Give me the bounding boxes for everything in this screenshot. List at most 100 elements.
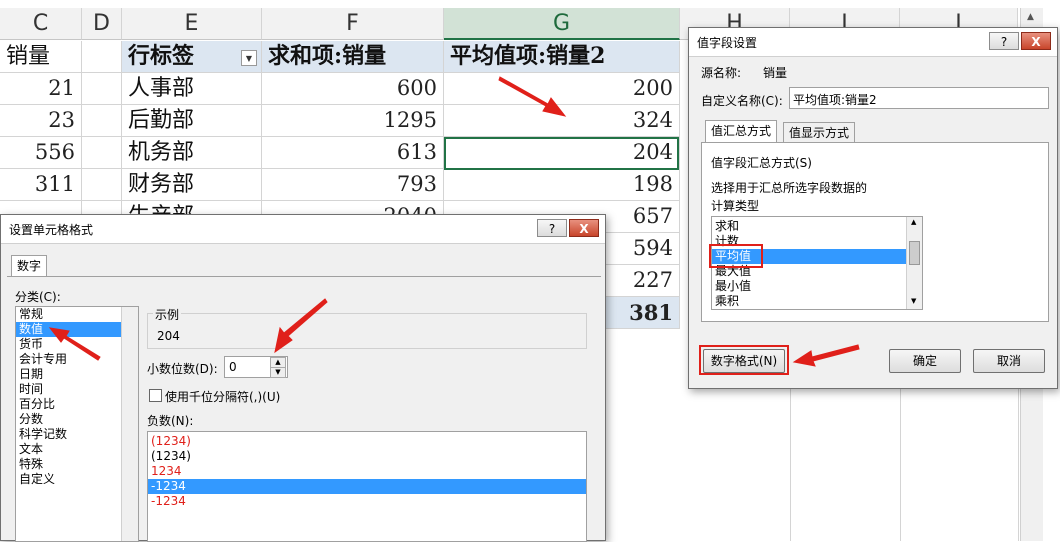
average-header[interactable]: 平均值项:销量2	[444, 41, 680, 72]
list-item[interactable]: 特殊	[16, 457, 138, 472]
cell-g[interactable]: 324	[444, 105, 680, 136]
list-item[interactable]: 货币	[16, 337, 138, 352]
cell-d[interactable]	[82, 137, 122, 168]
description-line-1: 选择用于汇总所选字段数据的	[711, 181, 868, 195]
value-field-settings-dialog: 值字段设置 ? X 源名称: 销量 自定义名称(C): 平均值项:销量2 值汇总…	[688, 27, 1058, 389]
custom-name-value: 平均值项:销量2	[793, 93, 877, 107]
list-item[interactable]: 数值	[16, 322, 138, 337]
ok-button[interactable]: 确定	[889, 349, 961, 373]
decimal-places-value: 0	[229, 360, 237, 374]
list-item[interactable]: 1234	[148, 464, 586, 479]
cell-g[interactable]: 198	[444, 169, 680, 200]
column-header-g[interactable]: G	[444, 8, 680, 40]
spin-down-icon[interactable]: ▼	[270, 367, 286, 378]
thousands-separator-label: 使用千位分隔符(,)(U)	[165, 390, 281, 404]
help-button[interactable]: ?	[989, 32, 1019, 50]
active-cell-selection	[444, 137, 679, 170]
list-item[interactable]: 文本	[16, 442, 138, 457]
decimal-places-label: 小数位数(D):	[147, 362, 218, 376]
cell-d-header[interactable]	[82, 41, 122, 72]
negative-numbers-label: 负数(N):	[147, 414, 194, 428]
cell-c[interactable]: 556	[0, 137, 82, 168]
cell-f[interactable]: 1295	[262, 105, 444, 136]
custom-name-label: 自定义名称(C):	[701, 94, 783, 108]
cell-e[interactable]: 后勤部	[122, 105, 262, 136]
cell-d[interactable]	[82, 105, 122, 136]
list-item[interactable]: (1234)	[148, 434, 586, 449]
tab-show-values-as[interactable]: 值显示方式	[783, 122, 856, 142]
list-item[interactable]: 会计专用	[16, 352, 138, 367]
table-row: 21 人事部 600 200	[0, 73, 680, 105]
table-row: 311 财务部 793 198	[0, 169, 680, 201]
tab-number[interactable]: 数字	[11, 255, 48, 277]
scroll-up-icon[interactable]: ▲	[911, 218, 916, 226]
scroll-down-icon[interactable]: ▼	[911, 297, 916, 305]
help-button[interactable]: ?	[537, 219, 567, 237]
cell-c-header[interactable]: 销量	[0, 41, 82, 72]
cell-e[interactable]: 人事部	[122, 73, 262, 104]
cell-d[interactable]	[82, 73, 122, 104]
close-button[interactable]: X	[569, 219, 599, 237]
column-header-c[interactable]: C	[0, 8, 82, 40]
row-labels-text: 行标签	[128, 43, 195, 69]
cell-f[interactable]: 600	[262, 73, 444, 104]
filter-dropdown-icon[interactable]: ▼	[241, 50, 257, 66]
list-item[interactable]: 最小值	[712, 279, 922, 294]
source-name-value: 销量	[763, 66, 788, 80]
list-item[interactable]: -1234	[148, 494, 586, 509]
cell-f[interactable]: 613	[262, 137, 444, 168]
list-item[interactable]: 日期	[16, 367, 138, 382]
cell-e[interactable]: 财务部	[122, 169, 262, 200]
thousands-separator-checkbox[interactable]	[149, 389, 162, 402]
negative-numbers-list[interactable]: (1234) (1234) 1234 -1234 -1234	[147, 431, 587, 542]
scroll-up-icon[interactable]: ▲	[1027, 12, 1034, 22]
list-item[interactable]: 求和	[712, 219, 922, 234]
sample-group	[147, 313, 587, 349]
table-row: 23 后勤部 1295 324	[0, 105, 680, 137]
list-item[interactable]: -1234	[148, 479, 586, 494]
value-field-titlebar[interactable]: 值字段设置 ? X	[689, 28, 1057, 57]
category-label: 分类(C):	[15, 290, 61, 304]
highlight-number-format-button	[699, 345, 789, 375]
list-item[interactable]: (1234)	[148, 449, 586, 464]
list-item[interactable]: 分数	[16, 412, 138, 427]
source-name-label: 源名称:	[701, 66, 742, 80]
custom-name-input[interactable]: 平均值项:销量2	[789, 87, 1049, 109]
cell-c[interactable]: 311	[0, 169, 82, 200]
sum-header[interactable]: 求和项:销量	[262, 41, 444, 72]
decimal-places-input[interactable]: 0 ▲ ▼	[224, 356, 288, 378]
category-scrollbar[interactable]	[121, 307, 138, 541]
column-header-f[interactable]: F	[262, 8, 444, 40]
list-item[interactable]: 常规	[16, 307, 138, 322]
value-field-title: 值字段设置	[697, 36, 758, 50]
close-button[interactable]: X	[1021, 32, 1051, 50]
list-item[interactable]: 乘积	[712, 294, 922, 309]
pivot-header-row: 销量 行标签 ▼ 求和项:销量 平均值项:销量2	[0, 41, 680, 73]
format-cells-dialog: 设置单元格格式 ? X 数字 分类(C): 常规 数值 货币 会计专用 日期 时间 百分比分…	[0, 214, 606, 542]
tab-summarize-by[interactable]: 值汇总方式	[705, 120, 778, 142]
list-item[interactable]: 百分比	[16, 397, 138, 412]
scroll-thumb[interactable]	[909, 241, 920, 265]
list-item[interactable]: 科学记数	[16, 427, 138, 442]
cancel-button[interactable]: 取消	[973, 349, 1045, 373]
description-line-2: 计算类型	[711, 199, 760, 213]
summarize-section-label: 值字段汇总方式(S)	[711, 156, 812, 170]
sample-value: 204	[157, 329, 180, 343]
cell-c[interactable]: 23	[0, 105, 82, 136]
column-header-d[interactable]: D	[82, 8, 122, 40]
list-item[interactable]: 自定义	[16, 472, 138, 487]
category-list[interactable]: 常规 数值 货币 会计专用 日期 时间 百分比 分数 科学记数 文本 特殊 自定义	[15, 306, 139, 542]
calculation-scrollbar[interactable]: ▲ ▼	[906, 217, 922, 309]
list-item[interactable]: 时间	[16, 382, 138, 397]
highlight-average-option	[709, 244, 763, 268]
cell-f[interactable]: 793	[262, 169, 444, 200]
cell-e[interactable]: 机务部	[122, 137, 262, 168]
row-labels-header[interactable]: 行标签 ▼	[122, 41, 262, 72]
cell-d[interactable]	[82, 169, 122, 200]
column-header-e[interactable]: E	[122, 8, 262, 40]
format-cells-titlebar[interactable]: 设置单元格格式 ? X	[1, 215, 605, 244]
sample-label: 示例	[153, 306, 182, 323]
cell-g[interactable]: 200	[444, 73, 680, 104]
format-cells-title: 设置单元格格式	[9, 223, 94, 237]
cell-c[interactable]: 21	[0, 73, 82, 104]
